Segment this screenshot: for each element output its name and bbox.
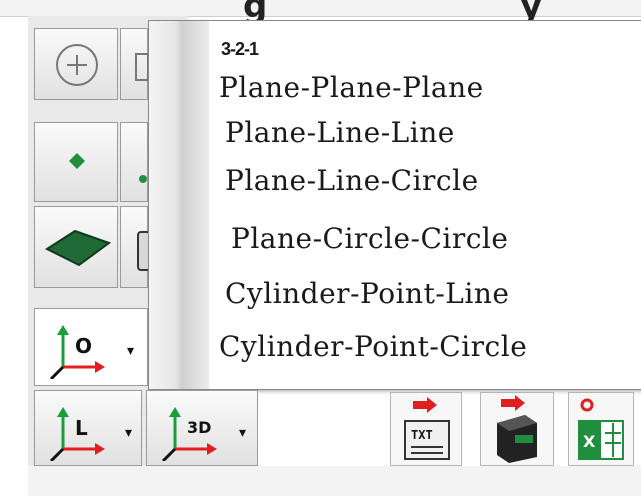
coord-line-label: L xyxy=(75,416,88,440)
menu-item-plane-line-line[interactable]: Plane-Line-Line xyxy=(225,116,455,149)
export-txt-button[interactable]: TXT xyxy=(390,392,462,466)
alignment-method-menu: 3-2-1 Plane-Plane-Plane Plane-Line-Line … xyxy=(148,20,641,390)
rectangle-tool-button[interactable] xyxy=(120,28,149,100)
point-tool-button[interactable] xyxy=(34,122,118,202)
circle-target-button[interactable] xyxy=(34,28,118,100)
plane-tool-button[interactable] xyxy=(34,206,118,288)
point-icon xyxy=(69,153,85,169)
menu-item-plane-circle-circle[interactable]: Plane-Circle-Circle xyxy=(231,222,508,255)
window-title-strip: g y xyxy=(0,0,641,26)
coordinate-line-icon: L xyxy=(49,407,105,461)
txt-label: TXT xyxy=(411,428,433,442)
coord-origin-dropdown[interactable]: O ▾ xyxy=(34,308,148,386)
menu-item-cylinder-point-circle[interactable]: Cylinder-Point-Circle xyxy=(219,330,527,363)
export-excel-icon: X xyxy=(578,398,624,460)
line-tool-button[interactable] xyxy=(120,122,148,202)
plane-icon xyxy=(44,229,112,267)
line-point-icon xyxy=(139,175,147,183)
export-device-icon xyxy=(497,395,537,463)
status-strip xyxy=(28,466,641,496)
menu-item-cylinder-point-line[interactable]: Cylinder-Point-Line xyxy=(225,277,509,310)
excel-label: X xyxy=(583,432,596,451)
circle-crosshair-icon xyxy=(56,44,98,86)
coord-origin-label: O xyxy=(75,334,92,358)
cylinder-tool-button[interactable] xyxy=(120,206,151,288)
menu-item-3-2-1[interactable]: 3-2-1 xyxy=(221,39,259,60)
coord-line-dropdown[interactable]: L ▾ xyxy=(34,390,142,466)
menu-item-plane-line-circle[interactable]: Plane-Line-Circle xyxy=(225,164,479,197)
rectangle-icon xyxy=(135,53,149,81)
export-device-button[interactable] xyxy=(480,392,554,466)
coordinate-origin-icon: O xyxy=(49,325,105,379)
chevron-down-icon: ▾ xyxy=(239,425,247,441)
menu-item-plane-plane-plane[interactable]: Plane-Plane-Plane xyxy=(219,71,484,104)
coord-3d-label: 3D xyxy=(187,418,211,437)
coordinate-3d-icon: 3D xyxy=(161,407,217,461)
coord-3d-dropdown[interactable]: 3D ▾ xyxy=(146,390,258,466)
export-txt-icon: TXT xyxy=(404,397,450,460)
export-excel-button[interactable]: X xyxy=(568,392,634,466)
chevron-down-icon: ▾ xyxy=(125,425,133,441)
chevron-down-icon: ▾ xyxy=(127,343,135,359)
menu-icon-gutter xyxy=(149,21,209,389)
